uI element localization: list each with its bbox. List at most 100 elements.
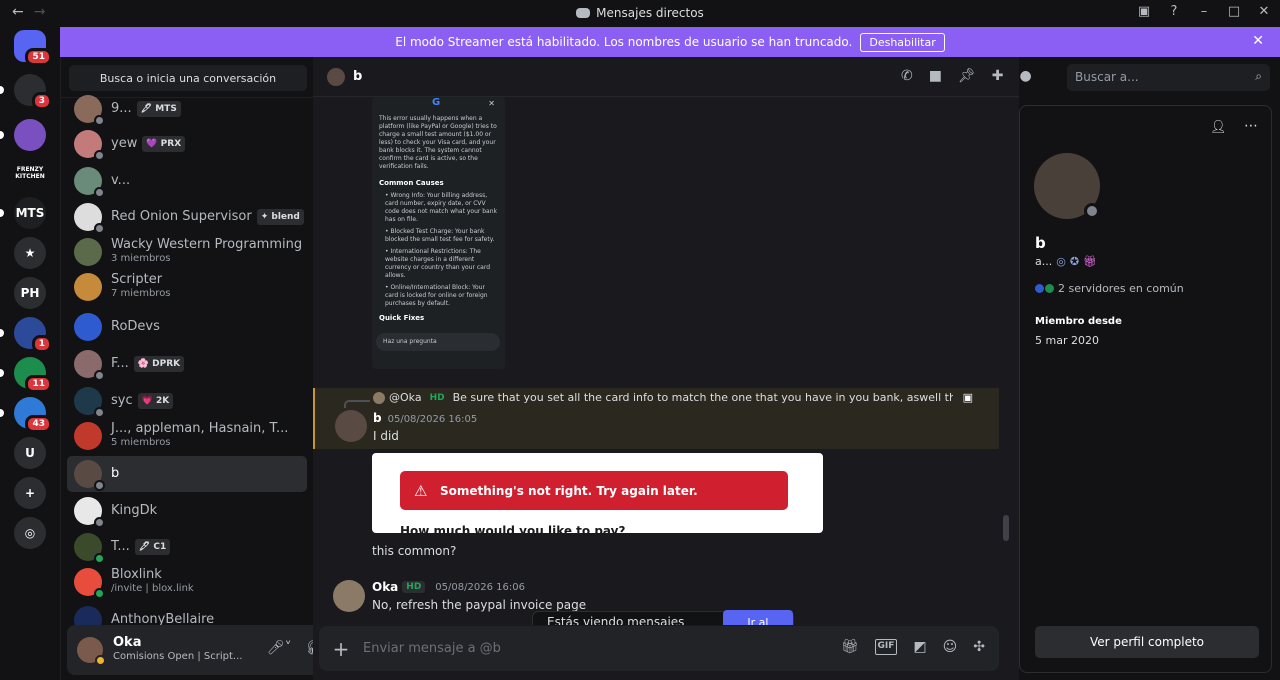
server-icon[interactable]: 51	[14, 30, 52, 66]
sticker-icon[interactable]: ◩	[913, 639, 926, 655]
dm-subtitle: /invite | blox.link	[111, 583, 194, 594]
reply-preview[interactable]: @Oka HD Be sure that you set all the car…	[373, 391, 973, 404]
call-icon[interactable]: ✆	[901, 68, 913, 84]
inbox-icon[interactable]: ▣	[1136, 4, 1152, 19]
avatar[interactable]	[333, 580, 365, 612]
avatar[interactable]	[335, 410, 367, 442]
maximize-button[interactable]: □	[1226, 4, 1242, 19]
message-list: G ✕ This error usually happens when a pl…	[313, 97, 1019, 625]
avatar	[74, 350, 105, 381]
gif-icon[interactable]: GIF	[874, 639, 898, 655]
close-window-button[interactable]: ✕	[1256, 4, 1272, 19]
window-controls: ▣ ? – □ ✕	[1136, 4, 1272, 19]
add-friend-icon[interactable]: 👤︎	[1210, 120, 1227, 135]
user-profile-icon[interactable]: ●	[1019, 68, 1031, 84]
discord-logo-icon	[576, 8, 591, 18]
nitro-badge-icon[interactable]: ✪	[1070, 255, 1079, 268]
avatar	[74, 422, 102, 450]
more-options-icon[interactable]: ⋯	[1244, 118, 1258, 134]
warning-icon: ⚠	[414, 481, 428, 500]
unread-pip	[0, 86, 4, 94]
attached-image[interactable]: ⚠ Something's not right. Try again later…	[372, 453, 823, 533]
add-friends-icon[interactable]: ✚	[992, 68, 1004, 84]
avatar[interactable]	[77, 637, 106, 666]
screenshot-heading: Quick Fixes	[379, 314, 425, 322]
dm-name: Bloxlink	[111, 567, 162, 582]
avatar	[74, 533, 105, 564]
status-dot	[94, 407, 105, 418]
dm-item[interactable]: syc 💗 2K	[67, 383, 307, 419]
screenshot-text: This error usually happens when a platfo…	[379, 115, 497, 170]
avatar[interactable]	[1034, 153, 1100, 219]
help-icon[interactable]: ?	[1166, 4, 1182, 19]
attached-screenshot[interactable]: G ✕ This error usually happens when a pl…	[372, 97, 505, 369]
dm-item[interactable]: Scripter 7 miembros	[67, 269, 307, 305]
dm-item[interactable]: F... 🌸 DPRK	[67, 346, 307, 382]
avatar	[327, 67, 345, 86]
status-dot	[94, 588, 105, 599]
server-icon[interactable]: 3	[0, 74, 52, 110]
dm-item[interactable]: Bloxlink/invite | blox.link	[67, 564, 307, 600]
add-server-icon[interactable]: +	[14, 477, 46, 509]
message-author[interactable]: Oka	[372, 580, 398, 594]
dm-subtitle: 3 miembros	[111, 253, 171, 264]
dm-item[interactable]: Wacky Western Programming 3 miembros	[67, 234, 307, 270]
search-icon: ⌕	[1255, 69, 1262, 83]
message-text: No, refresh the paypal invoice page	[372, 598, 587, 612]
dm-item[interactable]: KingDk	[67, 493, 307, 529]
avatar	[74, 460, 105, 491]
server-icon[interactable]: PH	[14, 277, 46, 309]
screenshot-list: • Wrong Info: Your billing address, card…	[379, 192, 498, 308]
dm-item[interactable]: RoDevs	[67, 309, 307, 345]
dm-item[interactable]: 9... 🖋 MTS	[67, 91, 307, 127]
list-item: • Wrong Info: Your billing address, card…	[385, 192, 498, 223]
server-icon[interactable]: 43	[0, 397, 52, 433]
video-icon[interactable]: ■	[929, 68, 942, 84]
view-full-profile-button[interactable]: Ver perfil completo	[1035, 626, 1259, 658]
old-messages-toast: Estás viendo mensajes antiguos Ir al act…	[532, 610, 794, 625]
server-icon[interactable]: ★	[14, 237, 46, 269]
microphone-icon[interactable]: 🎤︎˅	[267, 640, 292, 656]
upload-plus-icon[interactable]: +	[319, 637, 363, 661]
server-icon[interactable]: FRENZY KITCHEN	[14, 157, 46, 189]
avatar	[74, 568, 105, 599]
google-icon: G	[432, 97, 441, 108]
emoji-icon[interactable]: ☺	[943, 639, 958, 655]
server-icon[interactable]: MTS	[0, 197, 46, 229]
dm-item[interactable]: b	[67, 456, 307, 492]
dm-search-button[interactable]: Busca o inicia una conversación	[69, 65, 307, 91]
avatar	[74, 95, 105, 126]
status-dot	[95, 655, 106, 666]
message-input[interactable]: Enviar mensaje a @b	[363, 641, 501, 656]
jump-to-present-button[interactable]: Ir al actual	[722, 610, 793, 625]
error-banner: ⚠ Something's not right. Try again later…	[400, 471, 788, 510]
close-icon[interactable]: ✕	[1252, 33, 1264, 49]
server-icon[interactable]: 1	[0, 317, 52, 353]
server-icon[interactable]	[0, 119, 46, 151]
chat-recipient-name: b	[353, 69, 363, 84]
dm-item[interactable]: T... 🖋 C1	[67, 529, 307, 565]
message-author[interactable]: b	[373, 411, 382, 425]
dm-item[interactable]: J..., appleman, Hasnain, T... 5 miembros	[67, 418, 307, 454]
minimize-button[interactable]: –	[1196, 4, 1212, 19]
dm-name: F... 🌸 DPRK	[111, 356, 185, 372]
status-dot	[94, 150, 105, 161]
disable-streamer-button[interactable]: Deshabilitar	[860, 32, 945, 52]
dm-item[interactable]: Red Onion Supervisor ✦ blend	[67, 199, 307, 235]
message-timestamp: 05/08/2026 16:05	[387, 414, 478, 425]
mutual-servers[interactable]: 2 servidores en común	[1035, 282, 1184, 295]
discover-compass-icon[interactable]: ◎	[14, 517, 46, 549]
search-input[interactable]: Buscar a... ⌕	[1067, 64, 1270, 91]
gift-badge-icon[interactable]: 🎁︎	[1083, 255, 1097, 268]
dm-item[interactable]: v...	[67, 163, 307, 199]
dm-item[interactable]: yew 💜 PRX	[67, 126, 307, 162]
pin-icon[interactable]: 📌︎	[958, 68, 976, 84]
apps-icon[interactable]: ✣	[973, 639, 985, 655]
server-icon[interactable]: 11	[0, 357, 52, 393]
message-composer[interactable]: + Enviar mensaje a @b 🎁︎ GIF ◩ ☺ ✣	[319, 626, 999, 671]
status-dot	[94, 223, 105, 234]
scrollbar[interactable]	[1003, 515, 1009, 541]
server-icon[interactable]: U	[14, 437, 46, 469]
badge-icon[interactable]: ◎	[1056, 255, 1066, 268]
gift-icon[interactable]: 🎁︎	[841, 639, 859, 655]
